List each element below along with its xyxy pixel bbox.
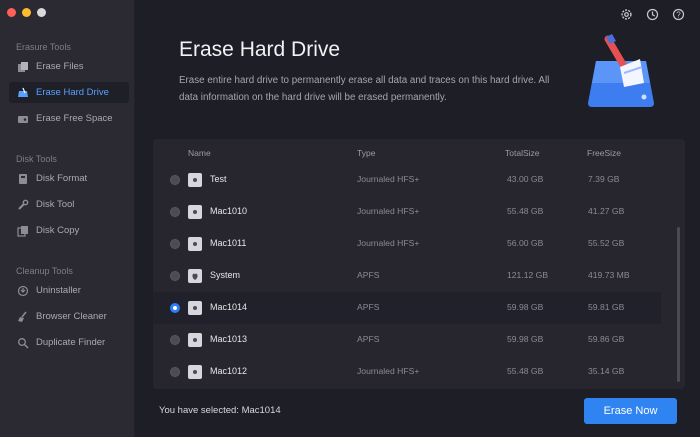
drive-name: Mac1011 — [210, 238, 247, 248]
table-row-selected[interactable]: Mac1014 APFS 59.98 GB 59.81 GB — [153, 292, 661, 324]
wrench-icon — [17, 199, 29, 211]
column-header-name: Name — [188, 148, 211, 158]
sidebar-item-label: Browser Cleaner — [36, 311, 107, 322]
section-title-erasure-tools: Erasure Tools — [16, 42, 71, 52]
sidebar-item-erase-free-space[interactable]: Erase Free Space — [9, 108, 129, 129]
sidebar-item-label: Disk Format — [36, 173, 88, 184]
row-radio[interactable] — [170, 367, 180, 377]
table-row[interactable]: Mac1011 Journaled HFS+ 56.00 GB 55.52 GB — [153, 228, 661, 260]
drive-free-size: 419.73 MB — [588, 270, 630, 280]
sidebar-item-label: Duplicate Finder — [36, 337, 106, 348]
row-radio-checked[interactable] — [170, 303, 180, 313]
drive-name: Mac1013 — [210, 334, 248, 344]
page-description: Erase entire hard drive to permanently e… — [179, 75, 550, 103]
row-radio[interactable] — [170, 335, 180, 345]
page-title: Erase Hard Drive — [179, 38, 341, 61]
sidebar-item-disk-format[interactable]: Disk Format — [9, 168, 129, 189]
drive-total-size: 59.98 GB — [507, 302, 544, 312]
row-radio[interactable] — [170, 271, 180, 281]
sidebar-item-label: Disk Tool — [36, 199, 75, 210]
drive-type: Journaled HFS+ — [357, 238, 420, 248]
free-space-icon — [17, 113, 29, 125]
drive-name: Mac1014 — [210, 302, 248, 312]
drive-icon — [188, 237, 202, 251]
row-radio[interactable] — [170, 239, 180, 249]
section-title-cleanup-tools: Cleanup Tools — [16, 266, 73, 276]
sidebar-item-duplicate-finder[interactable]: Duplicate Finder — [9, 332, 129, 353]
sidebar-item-uninstaller[interactable]: Uninstaller — [9, 280, 129, 301]
sidebar-item-erase-files[interactable]: Erase Files — [9, 56, 129, 77]
column-header-type: Type — [357, 148, 376, 158]
main-panel: Erase Hard Drive Erase entire hard drive… — [135, 0, 700, 437]
sidebar-item-erase-hard-drive[interactable]: Erase Hard Drive — [9, 82, 129, 103]
erase-drive-illustration-icon — [584, 33, 658, 113]
table-row[interactable]: System APFS 121.12 GB 419.73 MB — [153, 260, 661, 292]
table-row[interactable]: Mac1010 Journaled HFS+ 55.48 GB 41.27 GB — [153, 196, 661, 228]
uninstaller-icon — [17, 285, 29, 297]
drive-table: Name Type TotalSize FreeSize Test Journa… — [153, 139, 685, 389]
table-row[interactable]: Mac1013 APFS 59.98 GB 59.86 GB — [153, 324, 661, 356]
app-window: Erasure Tools Erase Files Erase Hard Dri… — [0, 0, 700, 437]
drive-icon — [188, 365, 202, 379]
table-scrollbar[interactable] — [677, 227, 680, 382]
drive-type: APFS — [357, 270, 380, 280]
drive-name: System — [210, 270, 241, 280]
table-header: Name Type TotalSize FreeSize — [153, 148, 685, 162]
drive-type: Journaled HFS+ — [357, 366, 420, 376]
hard-drive-icon — [17, 87, 29, 99]
zoom-window-button[interactable] — [37, 8, 46, 17]
drive-type: APFS — [357, 334, 380, 344]
drive-name: Mac1012 — [210, 366, 248, 376]
copy-icon — [17, 225, 29, 237]
sidebar-item-label: Erase Files — [36, 61, 84, 72]
drive-type: Journaled HFS+ — [357, 174, 420, 184]
sidebar-item-disk-copy[interactable]: Disk Copy — [9, 220, 129, 241]
table-row[interactable]: Mac1012 Journaled HFS+ 55.48 GB 35.14 GB — [153, 356, 661, 388]
drive-free-size: 59.86 GB — [588, 334, 625, 344]
window-controls — [7, 8, 46, 17]
erase-now-button[interactable]: Erase Now — [584, 398, 677, 424]
drive-icon — [188, 301, 202, 315]
files-icon — [17, 61, 29, 73]
drive-total-size: 43.00 GB — [507, 174, 544, 184]
close-window-button[interactable] — [7, 8, 16, 17]
section-title-disk-tools: Disk Tools — [16, 154, 57, 164]
system-drive-icon — [188, 269, 202, 283]
drive-icon — [188, 205, 202, 219]
drive-name: Test — [210, 174, 227, 184]
sidebar-item-label: Erase Free Space — [36, 113, 113, 124]
drive-total-size: 55.48 GB — [507, 366, 544, 376]
column-header-free-size: FreeSize — [587, 148, 622, 158]
drive-free-size: 41.27 GB — [588, 206, 625, 216]
sidebar-item-label: Uninstaller — [36, 285, 81, 296]
sidebar-item-disk-tool[interactable]: Disk Tool — [9, 194, 129, 215]
drive-type: APFS — [357, 302, 380, 312]
sidebar: Erasure Tools Erase Files Erase Hard Dri… — [0, 0, 135, 437]
drive-icon — [188, 173, 202, 187]
drive-name: Mac1010 — [210, 206, 248, 216]
sidebar-item-label: Erase Hard Drive — [36, 87, 109, 98]
drive-icon — [188, 333, 202, 347]
sidebar-item-label: Disk Copy — [36, 225, 80, 236]
magnifier-icon — [17, 337, 29, 349]
drive-free-size: 7.39 GB — [588, 174, 620, 184]
drive-free-size: 35.14 GB — [588, 366, 625, 376]
drive-total-size: 55.48 GB — [507, 206, 544, 216]
drive-total-size: 59.98 GB — [507, 334, 544, 344]
drive-free-size: 55.52 GB — [588, 238, 625, 248]
format-icon — [17, 173, 29, 185]
broom-icon — [17, 311, 29, 323]
drive-type: Journaled HFS+ — [357, 206, 420, 216]
sidebar-item-browser-cleaner[interactable]: Browser Cleaner — [9, 306, 129, 327]
minimize-window-button[interactable] — [22, 8, 31, 17]
drive-total-size: 56.00 GB — [507, 238, 544, 248]
row-radio[interactable] — [170, 207, 180, 217]
selection-status: You have selected: Mac1014 — [159, 405, 281, 416]
column-header-total-size: TotalSize — [505, 148, 540, 158]
drive-total-size: 121.12 GB — [507, 270, 549, 280]
drive-free-size: 59.81 GB — [588, 302, 625, 312]
row-radio[interactable] — [170, 175, 180, 185]
table-row[interactable]: Test Journaled HFS+ 43.00 GB 7.39 GB — [153, 164, 661, 196]
